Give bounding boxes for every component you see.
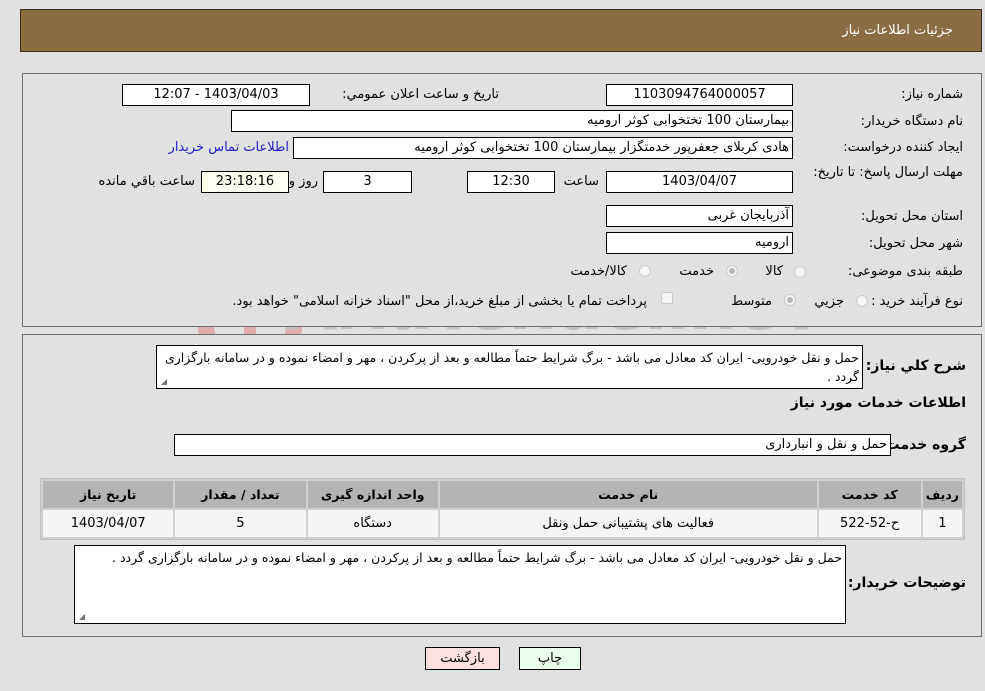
- cell-service-name: فعالیت های پشتیبانی حمل ونقل: [439, 510, 817, 537]
- process-minor-radio[interactable]: [856, 295, 868, 307]
- col-header-need-date: تاریخ نیاز: [43, 481, 174, 508]
- col-header-row-number: ردیف: [922, 481, 962, 508]
- cell-quantity: 5: [175, 510, 306, 537]
- buyer-notes-text: حمل و نقل خودرویی- ایران کد معادل می باش…: [112, 550, 842, 565]
- col-header-service-name: نام خدمت: [439, 481, 817, 508]
- category-goods-label: کالا: [765, 264, 783, 279]
- need-details-panel: شماره نیاز: 1103094764000057 تاریخ و ساع…: [22, 73, 982, 327]
- remaining-time-field: 23:18:16: [201, 171, 289, 193]
- cell-row-number: 1: [922, 510, 962, 537]
- province-field: آذربایجان غربی: [606, 205, 793, 227]
- days-remaining-field: 3: [323, 171, 412, 193]
- resize-grip-icon[interactable]: ◢: [77, 613, 85, 621]
- service-group-label: گروه خدمت:: [880, 437, 966, 453]
- summary-text: حمل و نقل خودرویی- ایران کد معادل می باش…: [164, 350, 859, 384]
- services-table: ردیف کد خدمت نام خدمت واحد اندازه گیری ت…: [40, 478, 965, 540]
- treasury-checkbox[interactable]: [661, 292, 673, 304]
- resize-grip-icon[interactable]: ◢: [159, 378, 167, 386]
- treasury-note: پرداخت تمام یا بخشی از مبلغ خرید،از محل …: [232, 294, 647, 309]
- category-goods-radio[interactable]: [794, 266, 806, 278]
- service-group-field: حمل و نقل و انبارداری: [174, 434, 891, 456]
- need-number-field: 1103094764000057: [606, 84, 793, 106]
- creator-field: هادی کربلای جعفرپور خدمتگزار بیمارستان 1…: [293, 137, 793, 159]
- deadline-time-label: ساعت: [563, 174, 599, 189]
- province-label: استان محل تحویل:: [861, 209, 963, 224]
- category-goods-service-radio[interactable]: [639, 265, 651, 277]
- buyer-notes-textarea[interactable]: حمل و نقل خودرویی- ایران کد معادل می باش…: [74, 545, 846, 624]
- table-row: 1 ح-52-522 فعالیت های پشتیبانی حمل ونقل …: [43, 510, 962, 537]
- summary-label: شرح کلي نیاز:: [865, 358, 966, 374]
- buyer-org-label: نام دستگاه خریدار:: [860, 114, 963, 129]
- process-minor-label: جزيي: [814, 294, 844, 309]
- days-label: روز و: [288, 174, 318, 189]
- col-header-service-code: کد خدمت: [818, 481, 921, 508]
- announce-label: تاریخ و ساعت اعلان عمومي:: [342, 87, 499, 102]
- city-label: شهر محل تحویل:: [868, 236, 963, 251]
- cell-need-date: 1403/04/07: [43, 510, 174, 537]
- city-field: ارومیه: [606, 232, 793, 254]
- process-label: نوع فرآیند خرید :: [871, 294, 963, 309]
- deadline-date-field: 1403/04/07: [606, 171, 793, 193]
- buyer-contact-link[interactable]: اطلاعات تماس خریدار: [169, 140, 289, 155]
- cell-service-code: ح-52-522: [818, 510, 921, 537]
- buyer-notes-label: توضیحات خریدار:: [847, 575, 966, 591]
- col-header-unit: واحد اندازه گیری: [307, 481, 438, 508]
- buyer-org-field: بیمارستان 100 تختخوابی کوثر ارومیه: [231, 110, 793, 132]
- need-number-label: شماره نیاز:: [901, 87, 963, 102]
- deadline-time-field: 12:30: [467, 171, 555, 193]
- summary-textarea[interactable]: حمل و نقل خودرویی- ایران کد معادل می باش…: [156, 345, 863, 389]
- category-service-radio[interactable]: [726, 265, 738, 277]
- remaining-time-label: ساعت باقي مانده: [98, 174, 195, 189]
- process-medium-label: متوسط: [731, 294, 772, 309]
- back-button[interactable]: بازگشت: [425, 647, 500, 670]
- announce-datetime-field: 1403/04/03 - 12:07: [122, 84, 310, 106]
- category-label: طبقه بندی موضوعی:: [847, 264, 963, 279]
- page-header: جزئیات اطلاعات نیاز: [20, 9, 982, 52]
- cell-unit: دستگاه: [307, 510, 438, 537]
- page-title: جزئیات اطلاعات نیاز: [842, 23, 953, 38]
- services-section-title: اطلاعات خدمات مورد نیاز: [790, 395, 966, 411]
- table-header-row: ردیف کد خدمت نام خدمت واحد اندازه گیری ت…: [43, 481, 962, 508]
- col-header-quantity: تعداد / مقدار: [175, 481, 306, 508]
- deadline-label: مهلت ارسال پاسخ: تا تاریخ:: [813, 165, 963, 180]
- need-items-panel: شرح کلي نیاز: حمل و نقل خودرویی- ایران ک…: [22, 334, 982, 637]
- process-medium-radio[interactable]: [784, 294, 796, 306]
- creator-label: ایجاد کننده درخواست:: [843, 140, 963, 155]
- category-goods-service-label: کالا/خدمت: [570, 264, 627, 279]
- print-button[interactable]: چاپ: [519, 647, 581, 670]
- category-service-label: خدمت: [679, 264, 714, 279]
